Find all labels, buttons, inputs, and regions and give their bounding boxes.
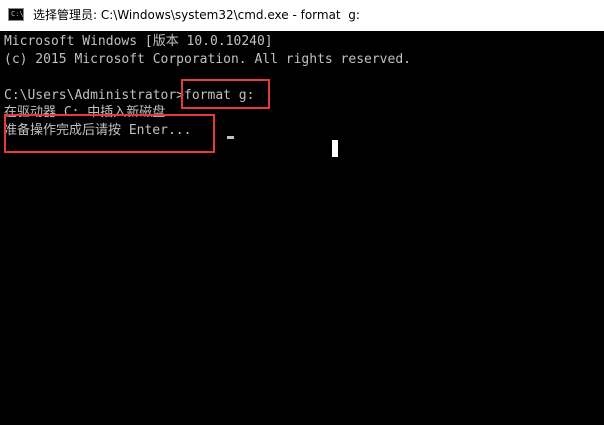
- console-icon[interactable]: C:\: [8, 8, 24, 21]
- title-bar[interactable]: C:\ 选择管理员: C:\Windows\system32\cmd.exe -…: [0, 0, 604, 31]
- highlight-box-prompt: [4, 114, 215, 153]
- highlight-box-command: [181, 79, 270, 109]
- console-line: Microsoft Windows [版本 10.0.10240]: [4, 34, 273, 49]
- text-cursor: [227, 136, 234, 139]
- window-title: 选择管理员: C:\Windows\system32\cmd.exe - for…: [33, 8, 360, 22]
- console-output-area[interactable]: Microsoft Windows [版本 10.0.10240] (c) 20…: [0, 31, 604, 425]
- console-icon-label: C:\: [11, 10, 24, 18]
- mouse-text-caret: [332, 140, 338, 157]
- console-line: (c) 2015 Microsoft Corporation. All righ…: [4, 52, 411, 67]
